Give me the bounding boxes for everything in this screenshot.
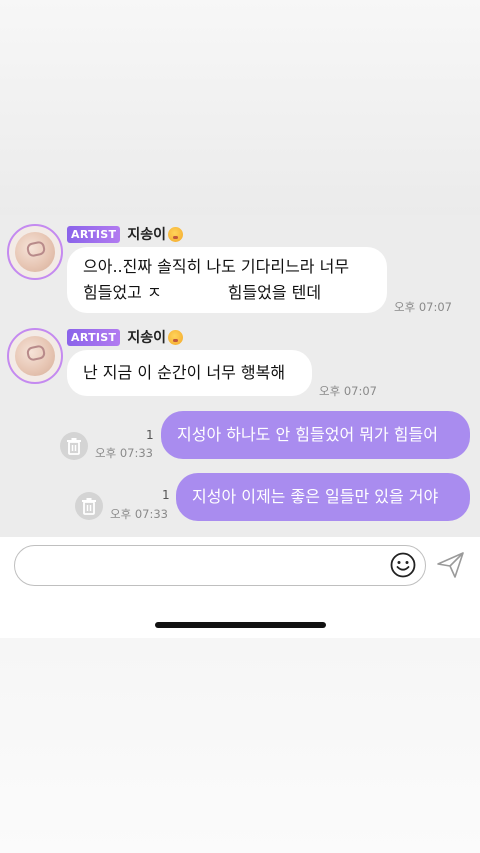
message-text-line-2-wrap: 힘들었고 ㅈ 힘들었을 텐데 [83, 280, 371, 306]
message-timestamp: 오후 07:33 [110, 507, 168, 521]
message-timestamp: 오후 07:07 [319, 384, 377, 398]
message-text-line-2-end: 힘들었을 텐데 [227, 283, 322, 302]
send-icon[interactable] [436, 551, 466, 579]
top-blank-area [0, 0, 480, 215]
delete-message-button[interactable] [60, 432, 88, 460]
message-text-line-2-start: 힘들었고 ㅈ [83, 283, 162, 302]
message-timestamp: 오후 07:33 [95, 446, 153, 460]
outgoing-message-bubble[interactable]: 지성아 이제는 좋은 일들만 있을 거야 [176, 473, 470, 521]
message-sender-header: ARTIST 지송이 [67, 328, 183, 346]
artist-avatar[interactable] [7, 224, 63, 280]
bottom-blank-area [0, 638, 480, 853]
incoming-message-bubble[interactable]: 으아..진짜 솔직히 나도 기다리느라 너무 힘들었고 ㅈ 힘들었을 텐데 [67, 247, 387, 313]
artist-badge: ARTIST [67, 225, 121, 243]
delete-message-button[interactable] [75, 492, 103, 520]
message-text-line-1: 으아..진짜 솔직히 나도 기다리느라 너무 [83, 257, 350, 276]
message-sender-header: ARTIST 지송이 [67, 225, 183, 243]
incoming-message-bubble[interactable]: 난 지금 이 순간이 너무 행복해 [67, 350, 312, 396]
sender-name: 지송이 [127, 330, 166, 346]
message-timestamp: 오후 07:07 [394, 300, 452, 314]
censored-region [161, 283, 228, 304]
outgoing-message-bubble[interactable]: 지성아 하나도 안 힘들었어 뭐가 힘들어 [161, 411, 470, 459]
kissing-face-emoji-icon [167, 226, 183, 242]
smiley-icon[interactable] [390, 552, 416, 578]
unread-count: 1 [146, 428, 154, 442]
unread-count: 1 [162, 488, 170, 502]
trash-icon [67, 438, 81, 455]
sender-name: 지송이 [127, 227, 166, 243]
message-input-box[interactable] [14, 545, 426, 586]
artist-badge: ARTIST [67, 328, 121, 346]
kissing-face-emoji-icon [167, 329, 183, 345]
artist-avatar[interactable] [7, 328, 63, 384]
message-input[interactable] [31, 554, 381, 578]
home-indicator [155, 622, 326, 628]
trash-icon [82, 498, 96, 515]
